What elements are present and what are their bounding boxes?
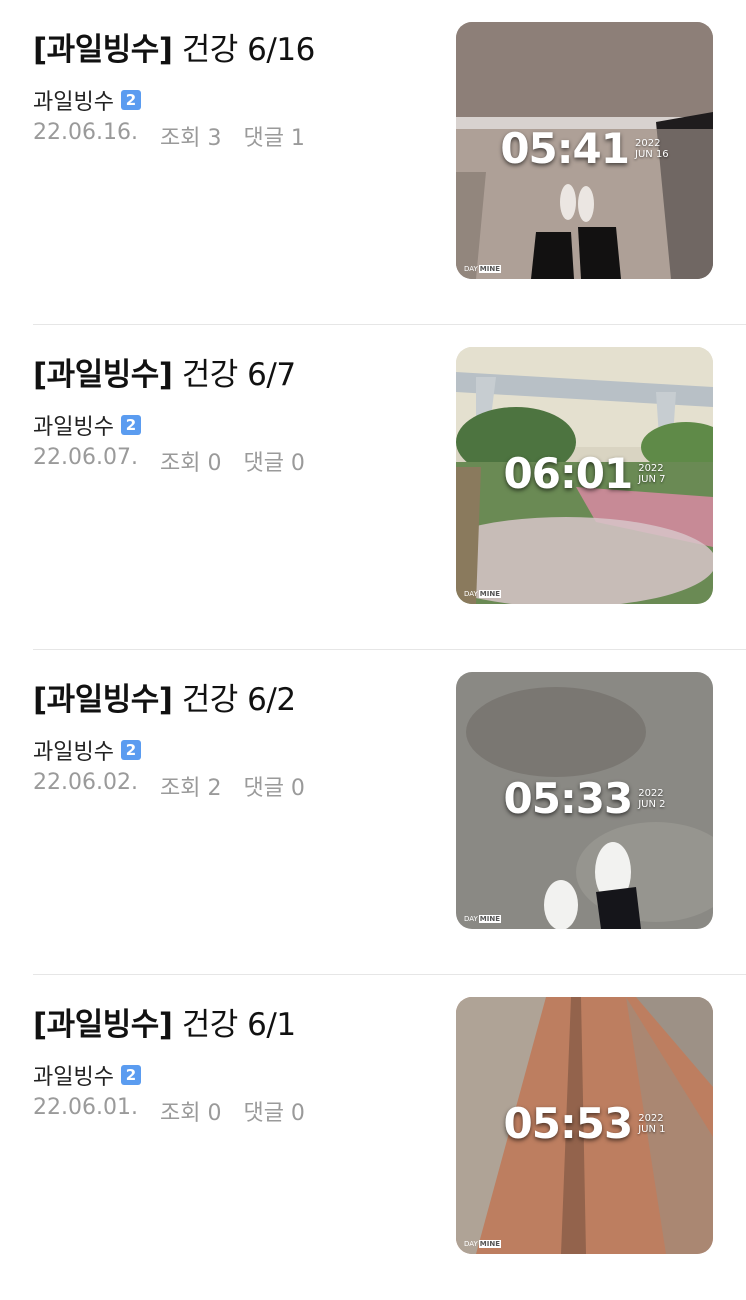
logo-day: DAY [464, 1240, 478, 1248]
overlay-date: 2022 JUN 1 [638, 1113, 665, 1135]
comment-count: 댓글 0 [243, 776, 305, 801]
post-thumbnail[interactable]: 05:33 2022 JUN 2 DAY MINE [456, 672, 713, 929]
post-tag: [과일빙수] [33, 682, 173, 718]
member-level-badge: 2 [120, 90, 141, 110]
post-item[interactable]: [과일빙수] 건강 6/1 과일빙수 2 22.06.01. 조회 0 댓글 0… [0, 975, 746, 1300]
post-thumbnail[interactable]: 05:41 2022 JUN 16 DAY MINE [456, 22, 713, 279]
post-thumbnail[interactable]: 05:53 2022 JUN 1 DAY MINE [456, 997, 713, 1254]
overlay-date: 2022 JUN 7 [638, 463, 665, 485]
post-title[interactable]: [과일빙수] 건강 6/16 [33, 24, 315, 69]
member-level-badge: 2 [120, 740, 141, 760]
post-title[interactable]: [과일빙수] 건강 6/2 [33, 674, 296, 719]
comment-count: 댓글 0 [243, 1101, 305, 1126]
view-count: 조회 0 [159, 451, 222, 476]
overlay-day: JUN 2 [638, 798, 666, 810]
logo-day: DAY [464, 265, 478, 273]
member-level-badge: 2 [120, 1065, 141, 1085]
logo-day: DAY [464, 915, 478, 923]
author-row: 과일빙수 2 [33, 1059, 141, 1091]
overlay-day: JUN 16 [635, 148, 669, 160]
post-date: 22.06.07. [33, 445, 138, 470]
post-thumbnail[interactable]: 06:01 2022 JUN 7 DAY MINE [456, 347, 713, 604]
timestamp-overlay: 06:01 2022 JUN 7 [456, 449, 713, 498]
comment-count: 댓글 0 [243, 451, 305, 476]
logo-mine: MINE [478, 1240, 502, 1248]
view-count: 조회 2 [159, 776, 222, 801]
post-date: 22.06.16. [33, 120, 138, 145]
overlay-year: 2022 [638, 1112, 664, 1124]
daymine-logo: DAY MINE [464, 590, 502, 598]
post-meta: 22.06.02. 조회 2 댓글 0 [33, 770, 305, 802]
post-tag: [과일빙수] [33, 357, 173, 393]
post-date: 22.06.02. [33, 770, 138, 795]
post-date: 22.06.01. [33, 1095, 138, 1120]
daymine-logo: DAY MINE [464, 265, 502, 273]
daymine-logo: DAY MINE [464, 915, 502, 923]
post-subject: 건강 6/1 [181, 1007, 296, 1043]
overlay-year: 2022 [638, 462, 664, 474]
overlay-date: 2022 JUN 16 [635, 138, 669, 160]
timestamp-overlay: 05:53 2022 JUN 1 [456, 1099, 713, 1148]
timestamp-overlay: 05:33 2022 JUN 2 [456, 774, 713, 823]
author-name[interactable]: 과일빙수 [33, 409, 114, 441]
post-item[interactable]: [과일빙수] 건강 6/7 과일빙수 2 22.06.07. 조회 0 댓글 0… [0, 325, 746, 650]
overlay-year: 2022 [635, 137, 661, 149]
overlay-time: 05:41 [500, 124, 630, 173]
author-name[interactable]: 과일빙수 [33, 84, 114, 116]
post-title[interactable]: [과일빙수] 건강 6/7 [33, 349, 296, 394]
post-meta: 22.06.01. 조회 0 댓글 0 [33, 1095, 305, 1127]
author-row: 과일빙수 2 [33, 84, 141, 116]
logo-day: DAY [464, 590, 478, 598]
post-tag: [과일빙수] [33, 1007, 173, 1043]
post-tag: [과일빙수] [33, 32, 173, 68]
overlay-day: JUN 1 [638, 1123, 666, 1135]
overlay-time: 05:53 [503, 1099, 634, 1148]
author-name[interactable]: 과일빙수 [33, 1059, 114, 1091]
post-item[interactable]: [과일빙수] 건강 6/2 과일빙수 2 22.06.02. 조회 2 댓글 0… [0, 650, 746, 975]
post-meta: 22.06.16. 조회 3 댓글 1 [33, 120, 305, 152]
overlay-year: 2022 [638, 787, 664, 799]
post-title[interactable]: [과일빙수] 건강 6/1 [33, 999, 296, 1044]
timestamp-overlay: 05:41 2022 JUN 16 [456, 124, 713, 173]
author-name[interactable]: 과일빙수 [33, 734, 114, 766]
logo-mine: MINE [478, 265, 502, 273]
member-level-badge: 2 [120, 415, 141, 435]
logo-mine: MINE [478, 590, 502, 598]
daymine-logo: DAY MINE [464, 1240, 502, 1248]
view-count: 조회 3 [159, 126, 222, 151]
overlay-time: 06:01 [503, 449, 634, 498]
overlay-time: 05:33 [503, 774, 634, 823]
post-subject: 건강 6/7 [181, 357, 296, 393]
view-count: 조회 0 [159, 1101, 222, 1126]
post-subject: 건강 6/2 [181, 682, 296, 718]
post-item[interactable]: [과일빙수] 건강 6/16 과일빙수 2 22.06.16. 조회 3 댓글 … [0, 0, 746, 325]
author-row: 과일빙수 2 [33, 734, 141, 766]
post-meta: 22.06.07. 조회 0 댓글 0 [33, 445, 305, 477]
post-subject: 건강 6/16 [181, 32, 316, 68]
overlay-date: 2022 JUN 2 [638, 788, 665, 810]
overlay-day: JUN 7 [638, 473, 666, 485]
logo-mine: MINE [478, 915, 502, 923]
comment-count: 댓글 1 [243, 126, 305, 151]
author-row: 과일빙수 2 [33, 409, 141, 441]
